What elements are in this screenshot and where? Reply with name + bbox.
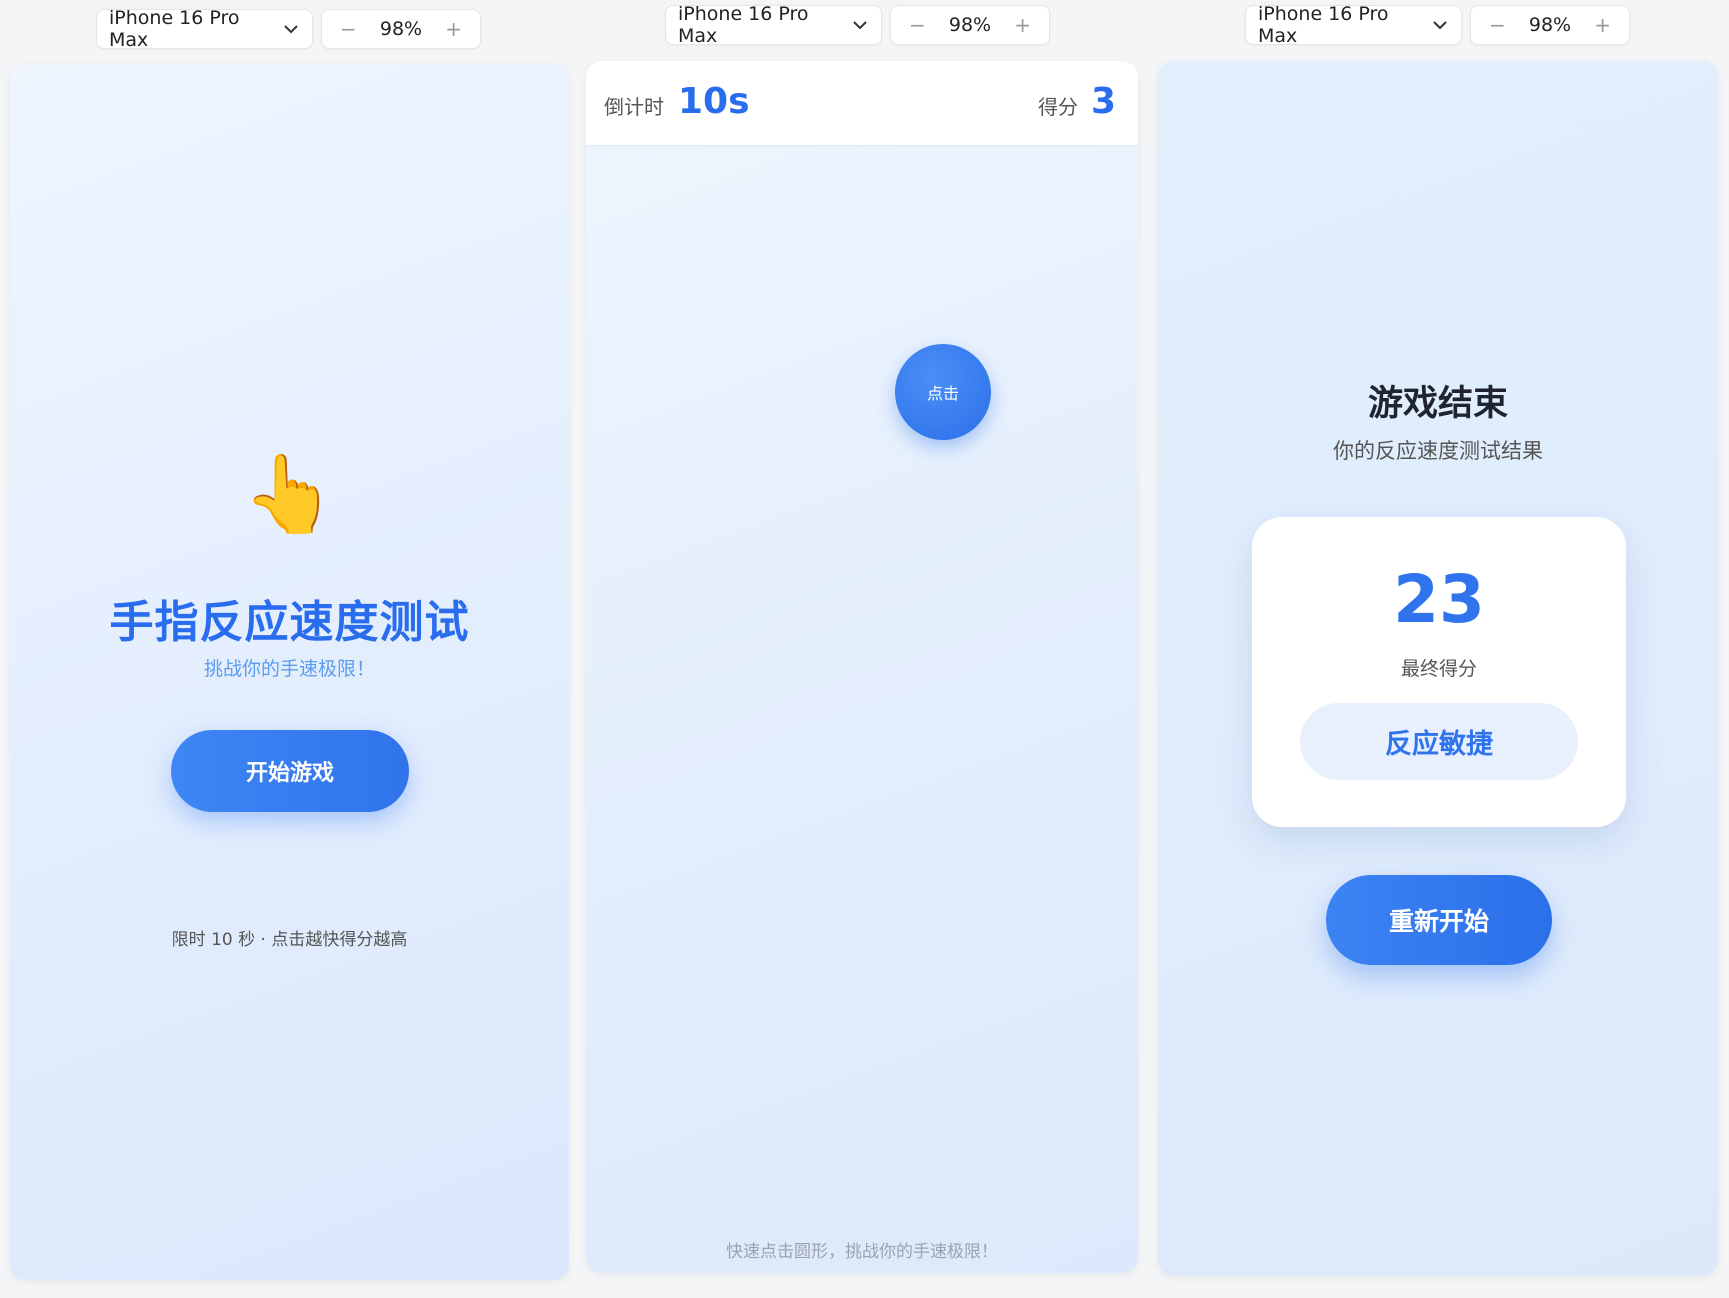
timer-label: 倒计时 <box>604 95 664 119</box>
result-screen: 游戏结束 你的反应速度测试结果 23 最终得分 反应敏捷 重新开始 <box>1158 61 1718 1276</box>
page-subtitle: 挑战你的手速极限！ <box>203 658 375 680</box>
zoom-control: − 98% + <box>321 9 481 49</box>
zoom-control: − 98% + <box>890 5 1050 45</box>
zoom-control: − 98% + <box>1470 5 1630 45</box>
zoom-in-button[interactable]: + <box>445 17 462 41</box>
score-value: 3 <box>1091 81 1117 122</box>
pointing-hand-icon: 👆 <box>242 449 337 538</box>
final-score-label: 最终得分 <box>1400 658 1477 680</box>
game-hint: 快速点击圆形，挑战你的手速极限！ <box>726 1242 998 1262</box>
device-label: iPhone 16 Pro Max <box>1258 3 1389 47</box>
page-title: 手指反应速度测试 <box>109 597 470 648</box>
zoom-in-button[interactable]: + <box>1594 13 1611 37</box>
zoom-out-button[interactable]: − <box>1489 13 1506 37</box>
rating-badge: 反应敏捷 <box>1300 703 1578 780</box>
restart-button[interactable]: 重新开始 <box>1326 875 1552 965</box>
toolbar-2: iPhone 16 Pro Max − 98% + <box>665 3 1050 47</box>
chevron-down-icon <box>853 20 867 30</box>
chevron-down-icon <box>1433 20 1447 30</box>
toolbar-3: iPhone 16 Pro Max − 98% + <box>1245 3 1630 47</box>
zoom-out-button[interactable]: − <box>340 17 357 41</box>
zoom-level: 98% <box>1528 14 1572 36</box>
device-label: iPhone 16 Pro Max <box>109 7 240 51</box>
start-game-button[interactable]: 开始游戏 <box>171 730 409 812</box>
tap-target-circle[interactable]: 点击 <box>895 344 991 440</box>
zoom-level: 98% <box>379 18 423 40</box>
game-over-subtitle: 你的反应速度测试结果 <box>1333 439 1543 463</box>
rule-text: 限时 10 秒 · 点击越快得分越高 <box>171 930 408 950</box>
game-header: 倒计时 10s 得分 3 <box>586 61 1138 145</box>
zoom-in-button[interactable]: + <box>1014 13 1031 37</box>
timer-value: 10s <box>678 81 750 122</box>
final-score: 23 <box>1393 561 1485 638</box>
zoom-level: 98% <box>948 14 992 36</box>
device-label: iPhone 16 Pro Max <box>678 3 809 47</box>
game-screen: 倒计时 10s 得分 3 点击 快速点击圆形，挑战你的手速极限！ <box>586 61 1138 1273</box>
device-select[interactable]: iPhone 16 Pro Max <box>665 3 882 47</box>
device-select[interactable]: iPhone 16 Pro Max <box>96 7 313 51</box>
device-select[interactable]: iPhone 16 Pro Max <box>1245 3 1462 47</box>
start-screen: 👆 手指反应速度测试 挑战你的手速极限！ 开始游戏 限时 10 秒 · 点击越快… <box>10 64 569 1280</box>
score-label: 得分 <box>1038 95 1078 119</box>
chevron-down-icon <box>284 24 298 34</box>
score-card: 23 最终得分 反应敏捷 <box>1252 517 1626 827</box>
game-over-title: 游戏结束 <box>1367 384 1508 424</box>
zoom-out-button[interactable]: − <box>909 13 926 37</box>
toolbar-1: iPhone 16 Pro Max − 98% + <box>96 7 481 51</box>
